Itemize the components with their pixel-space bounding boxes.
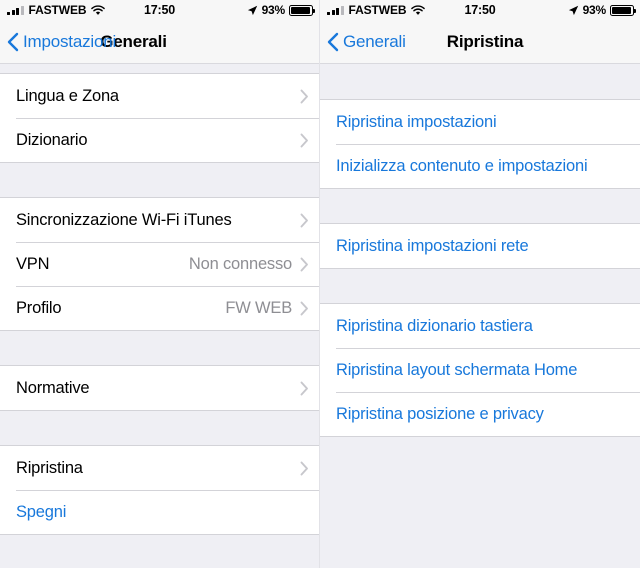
row-lingua-e-zona[interactable]: Lingua e Zona	[0, 74, 319, 118]
list-gap	[0, 163, 319, 197]
row-label: Ripristina posizione e privacy	[336, 404, 544, 423]
row-ripristina[interactable]: Ripristina	[0, 446, 319, 490]
location-arrow-icon	[568, 5, 578, 15]
battery-icon	[289, 4, 315, 16]
row-ripristina-layout-schermata-home[interactable]: Ripristina layout schermata Home	[320, 348, 640, 392]
chevron-left-icon	[327, 32, 339, 51]
row-dizionario[interactable]: Dizionario	[0, 118, 319, 162]
list-gap	[320, 269, 640, 303]
row-label: Profilo	[16, 298, 62, 317]
back-button-label: Generali	[343, 31, 406, 51]
reset-group-3: Ripristina dizionario tastiera Ripristin…	[320, 303, 640, 437]
row-sincronizzazione-wifi-itunes[interactable]: Sincronizzazione Wi-Fi iTunes	[0, 198, 319, 242]
list-gap	[320, 189, 640, 223]
row-label: Spegni	[16, 502, 67, 521]
back-button-impostazioni[interactable]: Impostazioni	[7, 32, 116, 52]
nav-bar-left: Impostazioni Generali	[0, 20, 319, 64]
list-gap	[0, 64, 319, 73]
row-normative[interactable]: Normative	[0, 366, 319, 410]
row-label: Ripristina	[16, 458, 83, 477]
back-button-label: Impostazioni	[23, 31, 117, 51]
row-label: Ripristina impostazioni	[336, 112, 497, 131]
list-gap	[320, 64, 640, 99]
row-label: VPN	[16, 254, 50, 273]
row-value: FW WEB	[225, 298, 292, 317]
settings-group-1: Lingua e Zona Dizionario	[0, 73, 319, 163]
chevron-right-icon	[300, 213, 308, 227]
chevron-right-icon	[300, 301, 308, 315]
row-label: Inizializza contenuto e impostazioni	[336, 156, 588, 175]
battery-percent-label: 93%	[261, 3, 286, 17]
dual-phone-screenshot: FASTWEB 17:50 93% Impostazioni Generali …	[0, 0, 640, 568]
back-button-generali[interactable]: Generali	[327, 32, 406, 52]
row-ripristina-posizione-e-privacy[interactable]: Ripristina posizione e privacy	[320, 392, 640, 436]
row-ripristina-impostazioni-rete[interactable]: Ripristina impostazioni rete	[320, 224, 640, 268]
row-profilo[interactable]: Profilo FW WEB	[0, 286, 319, 330]
settings-group-3: Normative	[0, 365, 319, 411]
settings-group-2: Sincronizzazione Wi-Fi iTunes VPN Non co…	[0, 197, 319, 331]
list-gap	[0, 331, 319, 365]
row-ripristina-impostazioni[interactable]: Ripristina impostazioni	[320, 100, 640, 144]
status-bar-left: FASTWEB 17:50 93%	[0, 0, 319, 20]
settings-list-right: Ripristina impostazioni Inizializza cont…	[320, 64, 640, 568]
chevron-left-icon	[7, 32, 19, 51]
row-inizializza-contenuto-e-impostazioni[interactable]: Inizializza contenuto e impostazioni	[320, 144, 640, 188]
status-bar-right-group: 93%	[247, 3, 315, 17]
list-gap	[0, 411, 319, 445]
chevron-right-icon	[300, 461, 308, 475]
reset-group-1: Ripristina impostazioni Inizializza cont…	[320, 99, 640, 189]
row-label: Sincronizzazione Wi-Fi iTunes	[16, 210, 232, 229]
settings-list-left: Lingua e Zona Dizionario Sincronizzazion…	[0, 64, 319, 568]
chevron-right-icon	[300, 381, 308, 395]
nav-bar-right: Generali Ripristina	[320, 20, 640, 64]
row-label: Ripristina impostazioni rete	[336, 236, 529, 255]
row-label: Ripristina dizionario tastiera	[336, 316, 533, 335]
chevron-right-icon	[300, 133, 308, 147]
settings-group-4: Ripristina Spegni	[0, 445, 319, 535]
battery-percent-label: 93%	[582, 3, 607, 17]
row-label: Ripristina layout schermata Home	[336, 360, 578, 379]
chevron-right-icon	[300, 89, 308, 103]
status-bar-right-group: 93%	[568, 3, 636, 17]
row-vpn[interactable]: VPN Non connesso	[0, 242, 319, 286]
chevron-right-icon	[300, 257, 308, 271]
row-label: Dizionario	[16, 130, 88, 149]
reset-group-2: Ripristina impostazioni rete	[320, 223, 640, 269]
row-spegni[interactable]: Spegni	[0, 490, 319, 534]
panel-general-settings: FASTWEB 17:50 93% Impostazioni Generali …	[0, 0, 320, 568]
battery-icon	[610, 4, 636, 16]
panel-reset-settings: FASTWEB 17:50 93% Generali Ripristina Ri…	[320, 0, 640, 568]
status-bar-right: FASTWEB 17:50 93%	[320, 0, 640, 20]
row-ripristina-dizionario-tastiera[interactable]: Ripristina dizionario tastiera	[320, 304, 640, 348]
location-arrow-icon	[247, 5, 257, 15]
row-label: Lingua e Zona	[16, 86, 119, 105]
row-value: Non connesso	[188, 254, 292, 273]
row-label: Normative	[16, 378, 90, 397]
